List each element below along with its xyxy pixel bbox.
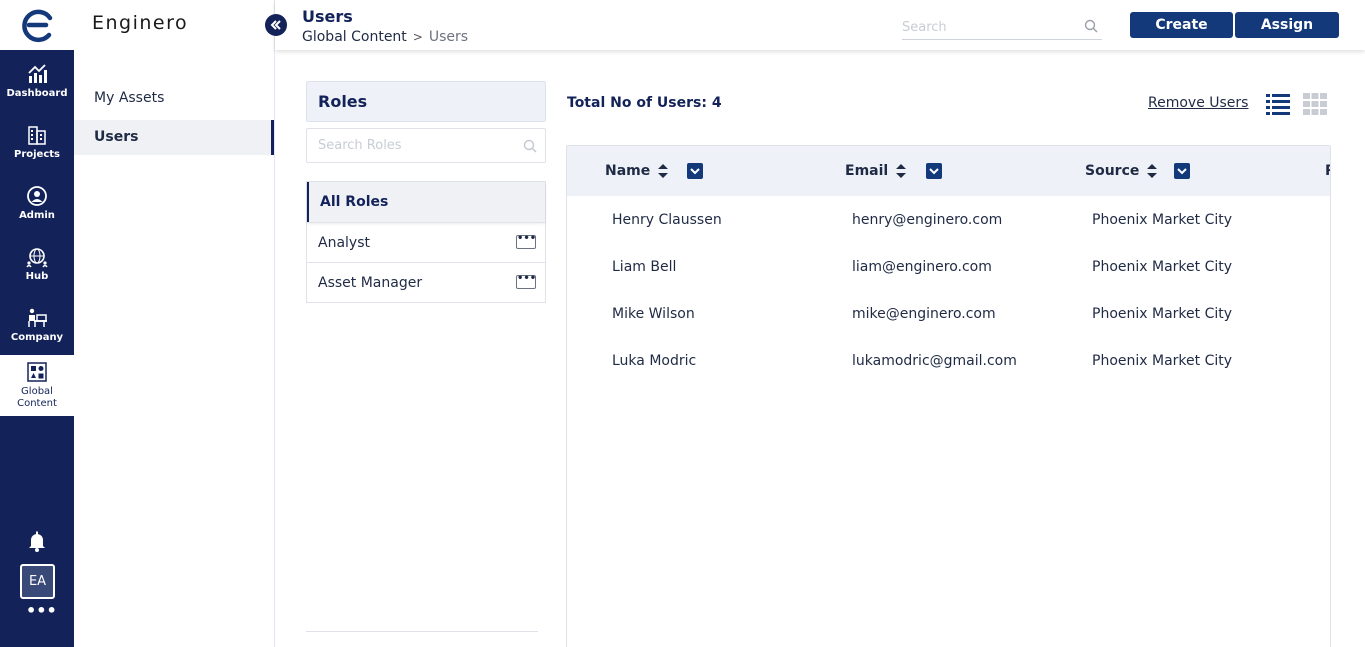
divider <box>306 631 538 632</box>
cell-email: henry@enginero.com <box>852 212 1003 228</box>
role-list: All Roles Analyst ••• Asset Manager ••• <box>306 181 546 303</box>
breadcrumb-current: Users <box>428 29 469 45</box>
cell-name: Liam Bell <box>612 259 677 275</box>
role-more-button[interactable]: ••• <box>516 274 536 289</box>
cell-name: Mike Wilson <box>612 306 695 322</box>
column-label: Name <box>605 163 651 179</box>
assign-button[interactable]: Assign <box>1235 12 1339 38</box>
rail-item-label: Company <box>10 331 64 343</box>
table-row[interactable]: Luka Modric lukamodric@gmail.com Phoenix… <box>567 337 1330 384</box>
search-input[interactable] <box>902 16 1082 39</box>
subnav-item-my-assets[interactable]: My Assets <box>74 81 274 116</box>
office-desk-icon <box>28 308 47 327</box>
cell-email: mike@enginero.com <box>852 306 996 322</box>
rail-item-hub[interactable]: Hub <box>0 233 74 294</box>
breadcrumb: Global Content > Users <box>302 29 468 45</box>
avatar[interactable]: EA <box>20 564 55 599</box>
rail-item-company[interactable]: Company <box>0 294 74 355</box>
secondary-nav: Enginero My Assets Users <box>74 0 287 647</box>
cell-name: Luka Modric <box>612 353 697 369</box>
enginero-logo[interactable] <box>0 0 74 50</box>
role-item-analyst[interactable]: Analyst ••• <box>307 222 545 262</box>
sort-icon[interactable] <box>658 164 669 178</box>
rail-item-label: Hub <box>25 270 49 282</box>
building-icon <box>28 125 46 145</box>
breadcrumb-parent[interactable]: Global Content <box>302 29 407 45</box>
subnav-item-users[interactable]: Users <box>74 120 274 155</box>
column-label: R <box>1325 163 1330 179</box>
globe-people-icon <box>26 247 48 267</box>
page-title: Users <box>302 7 353 26</box>
cell-email: liam@enginero.com <box>852 259 992 275</box>
users-table: Name Email Source R <box>566 145 1331 647</box>
roles-title: Roles <box>306 81 546 122</box>
chart-up-icon <box>28 63 47 83</box>
grid-view-icon[interactable] <box>1303 93 1327 115</box>
column-header-truncated[interactable]: R <box>1325 163 1330 179</box>
column-label: Source <box>1085 163 1140 179</box>
more-options-icon[interactable]: ••• <box>26 603 57 622</box>
rail-item-label: Admin <box>19 209 55 221</box>
column-header-email[interactable]: Email <box>845 163 907 179</box>
cell-source: Phoenix Market City <box>1092 306 1233 322</box>
sort-icon[interactable] <box>896 164 907 178</box>
cell-source: Phoenix Market City <box>1092 212 1233 228</box>
role-label: All Roles <box>320 194 389 210</box>
rail-item-projects[interactable]: Projects <box>0 111 74 172</box>
role-label: Asset Manager <box>318 275 423 291</box>
sort-icon[interactable] <box>1147 164 1158 178</box>
rail-item-admin[interactable]: Admin <box>0 172 74 233</box>
column-dropdown-chevron-icon[interactable] <box>687 163 703 179</box>
collapse-sidebar-button[interactable] <box>265 14 287 36</box>
column-header-source[interactable]: Source <box>1085 163 1158 179</box>
bell-icon[interactable] <box>26 530 48 552</box>
page-header: Users Global Content > Users Create Assi… <box>275 0 1365 50</box>
cell-source: Phoenix Market City <box>1092 353 1233 369</box>
column-dropdown-chevron-icon[interactable] <box>1174 163 1190 179</box>
table-row[interactable]: Liam Bell liam@enginero.com Phoenix Mark… <box>567 243 1330 290</box>
user-circle-icon <box>27 185 47 206</box>
roles-panel: Roles All Roles Analyst ••• Asset Manage… <box>306 81 546 303</box>
role-item-all-roles[interactable]: All Roles <box>307 182 545 222</box>
role-item-asset-manager[interactable]: Asset Manager ••• <box>307 262 545 302</box>
roles-search-input[interactable] <box>307 129 507 162</box>
rail-item-dashboard[interactable]: Dashboard <box>0 50 74 111</box>
table-header: Name Email Source R <box>567 146 1330 196</box>
role-label: Analyst <box>318 235 370 251</box>
cell-email: lukamodric@gmail.com <box>852 353 1017 369</box>
role-more-button[interactable]: ••• <box>516 234 536 249</box>
total-users-count: Total No of Users: 4 <box>567 95 722 111</box>
create-button[interactable]: Create <box>1130 12 1233 38</box>
table-row[interactable]: Henry Claussen henry@enginero.com Phoeni… <box>567 196 1330 243</box>
table-row[interactable]: Mike Wilson mike@enginero.com Phoenix Ma… <box>567 290 1330 337</box>
enginero-logo-icon <box>22 9 53 43</box>
rail-item-global-content[interactable]: Global Content <box>0 355 74 416</box>
search-icon[interactable] <box>523 139 537 153</box>
rail-item-label-line2: Content <box>17 398 57 409</box>
rail-item-label: Dashboard <box>6 87 68 99</box>
shapes-icon <box>27 362 47 382</box>
remove-users-link[interactable]: Remove Users <box>1148 95 1248 111</box>
breadcrumb-separator: > <box>412 30 423 44</box>
double-chevron-left-icon <box>270 20 281 30</box>
column-label: Email <box>845 163 889 179</box>
list-view-icon[interactable] <box>1266 93 1290 115</box>
rail-item-label: Projects <box>13 148 60 160</box>
roles-search <box>306 128 546 163</box>
rail-item-label-line1: Global <box>21 386 53 397</box>
column-dropdown-chevron-icon[interactable] <box>926 163 942 179</box>
cell-name: Henry Claussen <box>612 212 722 228</box>
search-icon[interactable] <box>1084 19 1098 33</box>
left-rail: Dashboard Projects Admin Hub Company Glo… <box>0 0 74 647</box>
column-header-name[interactable]: Name <box>605 163 669 179</box>
global-search <box>902 16 1102 40</box>
cell-source: Phoenix Market City <box>1092 259 1233 275</box>
brand-name: Enginero <box>92 12 189 34</box>
